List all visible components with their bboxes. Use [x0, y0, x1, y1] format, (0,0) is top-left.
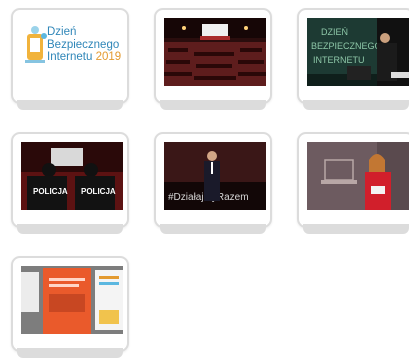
- logo-line-1: Dzień: [47, 26, 77, 38]
- logo-text: Dzień Bezpiecznego Internetu 2019: [47, 26, 121, 64]
- card-footer: [303, 100, 409, 110]
- screen-text-1: DZIEŃ: [321, 27, 348, 37]
- dbi-logo: Dzień Bezpiecznego Internetu 2019: [21, 20, 123, 84]
- logo-year: 2019: [95, 51, 122, 63]
- card-footer: [17, 100, 123, 110]
- photo-posters: [21, 266, 123, 334]
- photo-police: POLICJA POLICJA: [21, 142, 123, 210]
- police-label-left: POLICJA: [33, 187, 68, 196]
- gallery-item-police[interactable]: POLICJA POLICJA: [11, 132, 129, 234]
- robot-icon: [25, 26, 47, 63]
- logo-line-3: Internetu 2019: [47, 51, 122, 63]
- police-label-right: POLICJA: [81, 187, 116, 196]
- photo-speaker: #DziałajmyRazem: [164, 142, 266, 210]
- card-footer: [303, 224, 409, 234]
- card-footer: [160, 100, 266, 110]
- gallery-item-auditorium[interactable]: [154, 8, 272, 110]
- screen-text-2: BEZPIECZNEGO: [311, 41, 382, 51]
- gallery-item-presenter-screen[interactable]: DZIEŃ BEZPIECZNEGO INTERNETU: [297, 8, 409, 110]
- photo-presenter-screen: DZIEŃ BEZPIECZNEGO INTERNETU: [307, 18, 409, 86]
- logo-line-2: Bezpiecznego: [47, 38, 120, 51]
- photo-auditorium: [164, 18, 266, 86]
- screen-text-3: INTERNETU: [313, 55, 365, 65]
- card-footer: [17, 224, 123, 234]
- gallery-item-speaker[interactable]: #DziałajmyRazem: [154, 132, 272, 234]
- photo-woman-speaker: [307, 142, 409, 210]
- gallery-item-logo[interactable]: Dzień Bezpiecznego Internetu 2019: [11, 8, 129, 110]
- gallery-item-posters[interactable]: [11, 256, 129, 358]
- gallery-item-woman-speaker[interactable]: [297, 132, 409, 234]
- card-footer: [160, 224, 266, 234]
